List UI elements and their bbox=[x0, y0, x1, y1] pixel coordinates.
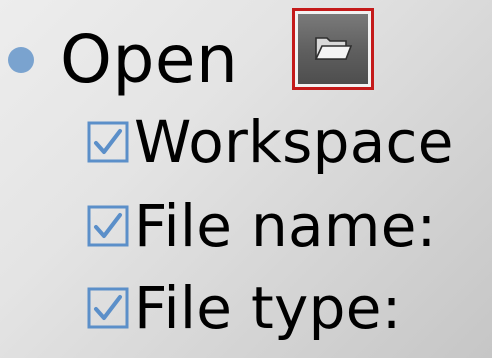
sub-item-label: File name: bbox=[134, 192, 437, 260]
open-button-face[interactable] bbox=[298, 14, 368, 84]
bullet-open: Open bbox=[8, 20, 238, 100]
sub-item-file-type: File type: bbox=[86, 276, 402, 340]
sub-item-label: File type: bbox=[134, 274, 402, 342]
folder-open-icon bbox=[314, 37, 353, 60]
sub-item-label: Workspace bbox=[134, 108, 454, 176]
sub-item-file-name: File name: bbox=[86, 194, 437, 258]
bullet-point-icon bbox=[8, 47, 34, 73]
slide: Open Workspace File name: File type: bbox=[0, 0, 492, 358]
checked-box-icon bbox=[87, 287, 129, 329]
checked-box-icon bbox=[87, 205, 129, 247]
checked-box-icon bbox=[87, 121, 129, 163]
sub-item-workspace: Workspace bbox=[86, 110, 454, 174]
bullet-label: Open bbox=[60, 21, 239, 98]
open-button[interactable] bbox=[292, 8, 374, 90]
